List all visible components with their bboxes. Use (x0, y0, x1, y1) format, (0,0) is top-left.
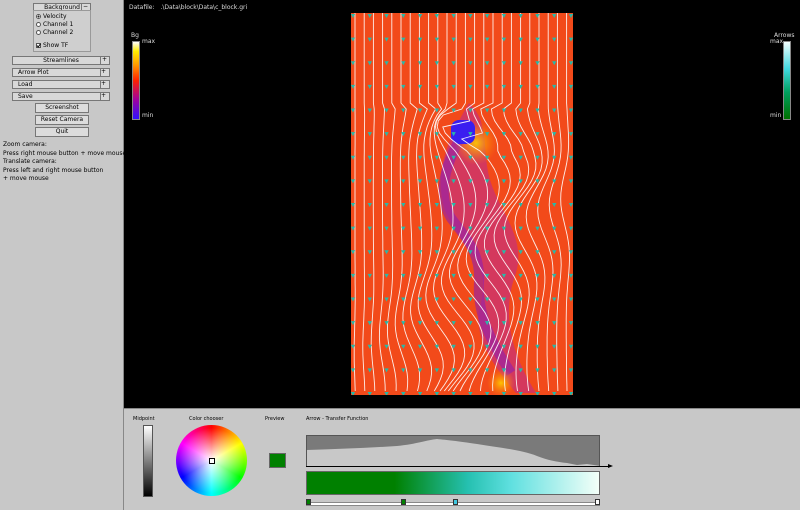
radio-channel-1[interactable]: Channel 1 (36, 21, 73, 28)
color-preview (269, 453, 286, 468)
midpoint-label: Midpoint (133, 416, 155, 422)
arrow-color-legend (783, 41, 791, 120)
bg-legend-min: min (142, 112, 154, 119)
load-label: Load (18, 81, 33, 88)
arrow-plot-rollout[interactable]: Arrow Plot + (12, 68, 110, 77)
save-rollout[interactable]: Save + (12, 92, 110, 101)
tf-knob[interactable] (453, 499, 459, 505)
help-line: Zoom camera: (3, 141, 47, 148)
arrow-legend-min: min (770, 112, 782, 119)
expand-icon[interactable]: + (100, 69, 108, 76)
checkbox-checked-icon (36, 43, 41, 48)
screenshot-button[interactable]: Screenshot (35, 103, 89, 113)
datafile-path: .\Data\block\Data\c_block.gri (160, 4, 248, 11)
control-panel: Background − Velocity Channel 1 Channel … (0, 0, 127, 510)
quit-button[interactable]: Quit (35, 127, 89, 137)
tf-knob[interactable] (595, 499, 600, 505)
background-options: Velocity Channel 1 Channel 2 Show TF (33, 10, 91, 52)
help-line: Press right mouse button + move mouse (3, 149, 127, 157)
help-line: Translate camera: (3, 158, 57, 166)
expand-icon[interactable]: + (100, 93, 108, 100)
arrow-legend-max: max (770, 38, 784, 45)
radio-icon (36, 22, 41, 27)
help-line: + move mouse (3, 175, 49, 183)
help-text: Zoom camera: Press right mouse button + … (3, 141, 127, 184)
show-tf-checkbox[interactable]: Show TF (36, 42, 68, 49)
tf-title: Arrow - Transfer Function (306, 416, 369, 422)
axis-arrow-icon (608, 464, 613, 468)
radio-icon (36, 30, 41, 35)
radio-velocity[interactable]: Velocity (36, 13, 67, 20)
arrow-plot-label: Arrow Plot (18, 69, 49, 76)
help-line: Press left and right mouse button (3, 166, 104, 174)
tf-knob[interactable] (306, 499, 311, 505)
bg-legend-title: Bg (131, 32, 139, 39)
radio-channel-2[interactable]: Channel 2 (36, 29, 73, 36)
streamlines-rollout[interactable]: Streamlines + (12, 56, 110, 65)
tf-knob[interactable] (401, 499, 407, 505)
flow-field-visualization[interactable] (351, 13, 573, 395)
datafile-label: Datafile: (129, 4, 155, 11)
datafile-info: Datafile: .\Data\block\Data\c_block.gri (129, 4, 247, 11)
color-chooser-label: Color chooser (189, 416, 224, 422)
reset-camera-button[interactable]: Reset Camera (35, 115, 89, 125)
expand-icon[interactable]: + (100, 57, 108, 64)
load-rollout[interactable]: Load + (12, 80, 110, 89)
histogram (306, 435, 600, 467)
preview-label: Preview (265, 416, 285, 422)
transfer-function-panel: Midpoint Color chooser Preview Arrow - T… (124, 408, 800, 510)
radio-selected-icon (36, 14, 41, 19)
color-wheel-cursor[interactable] (209, 458, 215, 464)
histogram-axis (306, 466, 609, 467)
save-label: Save (18, 93, 33, 100)
transfer-function-gradient[interactable] (306, 471, 600, 495)
obstacle-block (451, 120, 475, 144)
render-viewport[interactable]: Datafile: .\Data\block\Data\c_block.gri B… (124, 0, 800, 408)
streamlines-label: Streamlines (43, 57, 79, 64)
midpoint-slider[interactable] (143, 425, 153, 497)
bg-color-legend (132, 41, 140, 120)
color-wheel[interactable] (176, 425, 247, 496)
bg-legend-max: max (142, 38, 156, 45)
histogram-shape (307, 439, 599, 466)
expand-icon[interactable]: + (100, 81, 108, 88)
